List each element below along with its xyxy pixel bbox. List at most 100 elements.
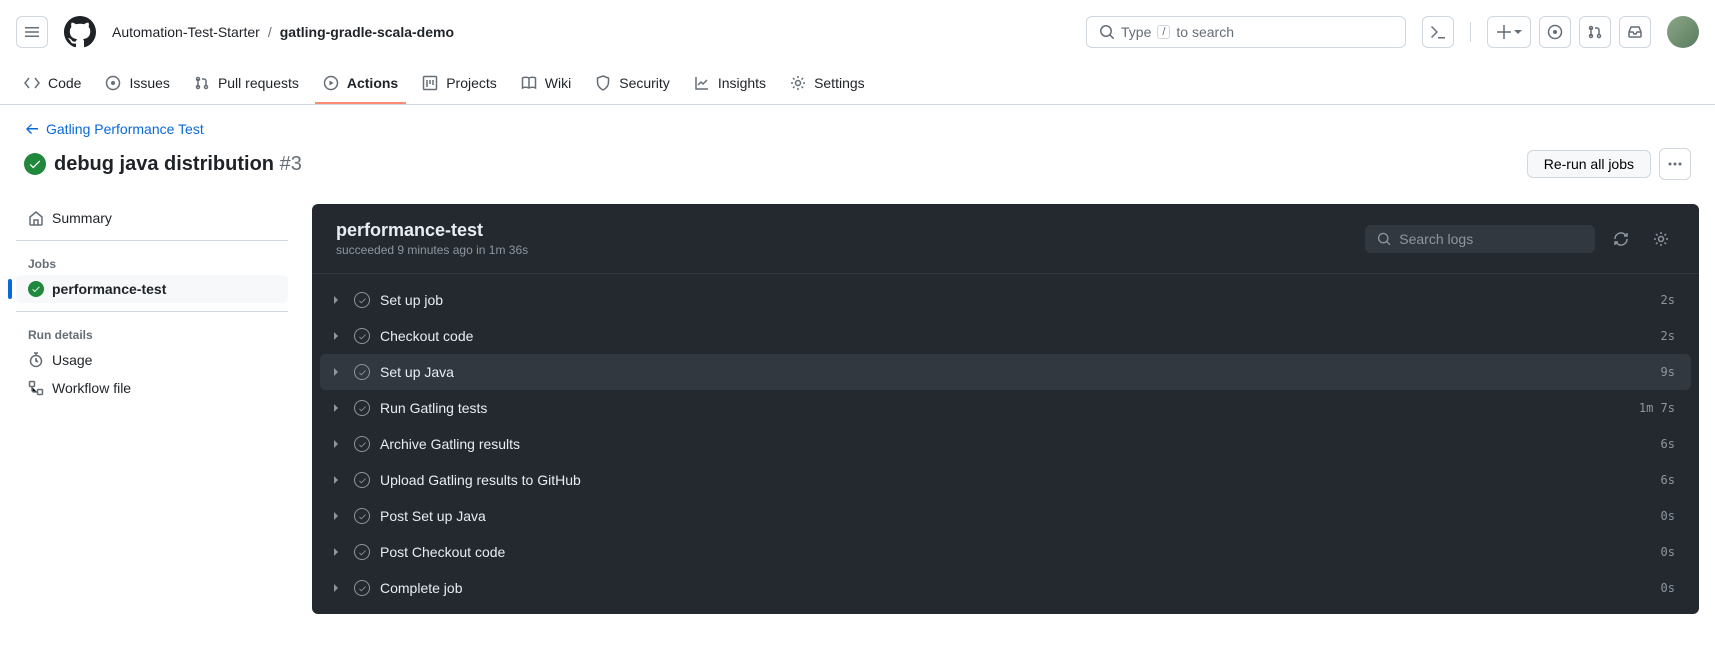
breadcrumb: Automation-Test-Starter / gatling-gradle… xyxy=(112,24,454,40)
sync-icon xyxy=(1613,231,1629,247)
search-suffix: to search xyxy=(1176,24,1234,40)
step-duration: 1m 7s xyxy=(1639,401,1675,415)
avatar[interactable] xyxy=(1667,16,1699,48)
tab-code[interactable]: Code xyxy=(16,64,89,104)
hamburger-menu[interactable] xyxy=(16,16,48,48)
workflow-icon xyxy=(28,380,44,396)
command-palette-button[interactable] xyxy=(1422,16,1454,48)
create-new-button[interactable] xyxy=(1487,16,1531,48)
step-name: Checkout code xyxy=(380,328,1661,344)
step-row[interactable]: Archive Gatling results 6s xyxy=(312,426,1699,462)
step-name: Set up job xyxy=(380,292,1661,308)
tab-actions[interactable]: Actions xyxy=(315,64,406,104)
refresh-button[interactable] xyxy=(1607,225,1635,253)
check-icon xyxy=(354,400,370,416)
step-name: Post Checkout code xyxy=(380,544,1661,560)
step-name: Upload Gatling results to GitHub xyxy=(380,472,1661,488)
workflow-title: debug java distribution #3 xyxy=(54,153,302,176)
chevron-right-icon xyxy=(328,583,344,593)
search-input[interactable]: Type / to search xyxy=(1086,16,1406,48)
more-actions-button[interactable] xyxy=(1659,148,1691,180)
tab-pulls[interactable]: Pull requests xyxy=(186,64,307,104)
tab-settings[interactable]: Settings xyxy=(782,64,873,104)
step-row[interactable]: Set up Java 9s xyxy=(320,354,1691,390)
job-name: performance-test xyxy=(336,220,528,241)
tab-projects[interactable]: Projects xyxy=(414,64,505,104)
step-duration: 2s xyxy=(1661,329,1675,343)
sidebar-jobs-heading: Jobs xyxy=(16,249,288,275)
graph-icon xyxy=(694,75,710,91)
divider xyxy=(1470,22,1471,42)
chevron-right-icon xyxy=(328,295,344,305)
shield-icon xyxy=(595,75,611,91)
step-duration: 6s xyxy=(1661,437,1675,451)
step-row[interactable]: Post Checkout code 0s xyxy=(312,534,1699,570)
step-duration: 0s xyxy=(1661,581,1675,595)
step-row[interactable]: Checkout code 2s xyxy=(312,318,1699,354)
step-duration: 6s xyxy=(1661,473,1675,487)
log-search[interactable] xyxy=(1365,225,1595,253)
sidebar-workflow-file[interactable]: Workflow file xyxy=(16,374,288,402)
tab-security[interactable]: Security xyxy=(587,64,678,104)
notifications-button[interactable] xyxy=(1619,16,1651,48)
sidebar-usage[interactable]: Usage xyxy=(16,346,288,374)
step-name: Archive Gatling results xyxy=(380,436,1661,452)
breadcrumb-org[interactable]: Automation-Test-Starter xyxy=(112,24,260,40)
issue-icon xyxy=(1547,24,1563,40)
step-name: Complete job xyxy=(380,580,1661,596)
gear-icon xyxy=(790,75,806,91)
step-name: Run Gatling tests xyxy=(380,400,1639,416)
check-icon xyxy=(354,328,370,344)
job-status: succeeded 9 minutes ago in 1m 36s xyxy=(336,243,528,257)
step-row[interactable]: Complete job 0s xyxy=(312,570,1699,606)
step-row[interactable]: Post Set up Java 0s xyxy=(312,498,1699,534)
rerun-button[interactable]: Re-run all jobs xyxy=(1527,150,1651,178)
global-header: Automation-Test-Starter / gatling-gradle… xyxy=(0,0,1715,64)
chevron-right-icon xyxy=(328,547,344,557)
chevron-right-icon xyxy=(328,367,344,377)
step-row[interactable]: Run Gatling tests 1m 7s xyxy=(312,390,1699,426)
tab-issues[interactable]: Issues xyxy=(97,64,177,104)
step-name: Set up Java xyxy=(380,364,1661,380)
log-settings-button[interactable] xyxy=(1647,225,1675,253)
sidebar-summary[interactable]: Summary xyxy=(16,204,288,232)
status-success-icon xyxy=(24,153,46,175)
repo-tabs: Code Issues Pull requests Actions Projec… xyxy=(0,64,1715,105)
breadcrumb-sep: / xyxy=(268,24,272,40)
inbox-icon xyxy=(1627,24,1643,40)
chevron-right-icon xyxy=(328,439,344,449)
arrow-left-icon xyxy=(24,121,40,137)
plus-icon xyxy=(1496,24,1512,40)
breadcrumb-repo[interactable]: gatling-gradle-scala-demo xyxy=(280,24,454,40)
step-duration: 2s xyxy=(1661,293,1675,307)
pr-icon xyxy=(1587,24,1603,40)
step-row[interactable]: Upload Gatling results to GitHub 6s xyxy=(312,462,1699,498)
tab-insights[interactable]: Insights xyxy=(686,64,774,104)
gear-icon xyxy=(1653,231,1669,247)
tab-wiki[interactable]: Wiki xyxy=(513,64,579,104)
sidebar: Summary Jobs performance-test Run detail… xyxy=(8,204,288,614)
sidebar-job-performance-test[interactable]: performance-test xyxy=(16,275,288,303)
caret-down-icon xyxy=(1514,28,1522,36)
sidebar-run-details-heading: Run details xyxy=(16,320,288,346)
check-icon xyxy=(28,281,44,297)
check-icon xyxy=(354,364,370,380)
check-icon xyxy=(354,580,370,596)
issues-button[interactable] xyxy=(1539,16,1571,48)
step-row[interactable]: Set up job 2s xyxy=(312,282,1699,318)
step-duration: 0s xyxy=(1661,509,1675,523)
back-link[interactable]: Gatling Performance Test xyxy=(24,121,204,137)
check-icon xyxy=(354,544,370,560)
home-icon xyxy=(28,210,44,226)
check-icon xyxy=(354,436,370,452)
github-logo[interactable] xyxy=(64,16,96,48)
check-icon xyxy=(354,472,370,488)
log-search-input[interactable] xyxy=(1399,231,1583,247)
check-icon xyxy=(354,508,370,524)
search-icon xyxy=(1099,24,1115,40)
project-icon xyxy=(422,75,438,91)
pulls-button[interactable] xyxy=(1579,16,1611,48)
step-list: Set up job 2s Checkout code 2s Set up Ja… xyxy=(312,274,1699,614)
log-header: performance-test succeeded 9 minutes ago… xyxy=(312,204,1699,273)
kebab-icon xyxy=(1667,156,1683,172)
